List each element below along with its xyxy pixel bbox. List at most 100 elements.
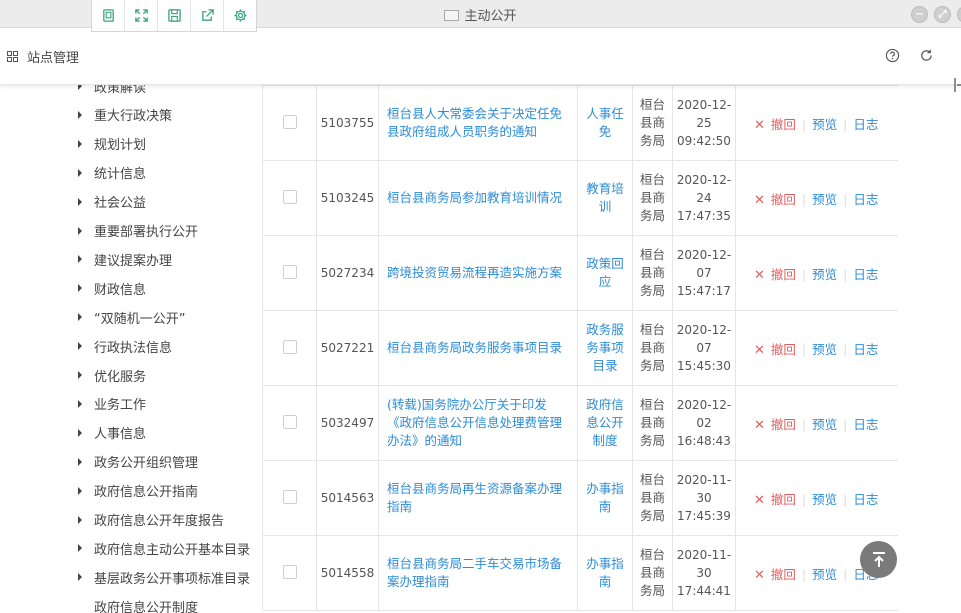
caret-right-icon[interactable] xyxy=(78,110,82,119)
sidebar-tree-item[interactable]: 社会公益 xyxy=(78,192,146,212)
undo-action[interactable]: ✕ 撤回 xyxy=(754,267,796,283)
minimize-button[interactable]: − xyxy=(911,6,928,23)
maximize-button[interactable]: ⤢ xyxy=(934,6,951,23)
log-link[interactable]: 日志 xyxy=(853,117,878,132)
caret-right-icon[interactable] xyxy=(78,85,82,90)
save-button[interactable] xyxy=(158,0,191,31)
sidebar-tree-item[interactable]: 政府信息公开制度 xyxy=(78,596,198,613)
sidebar-tree-item[interactable]: 规划计划 xyxy=(78,134,146,154)
logout-icon[interactable] xyxy=(954,76,961,94)
sidebar-tree-item[interactable]: 政府信息公开指南 xyxy=(78,481,198,501)
caret-right-icon[interactable] xyxy=(78,399,82,408)
undo-link[interactable]: 撤回 xyxy=(771,192,796,207)
log-link[interactable]: 日志 xyxy=(853,267,878,282)
caret-right-icon[interactable] xyxy=(78,573,82,582)
caret-right-icon[interactable] xyxy=(78,544,82,553)
row-category-link[interactable]: 政务服务事项目录 xyxy=(577,310,633,386)
caret-right-icon[interactable] xyxy=(78,139,82,148)
preview-link[interactable]: 预览 xyxy=(812,342,837,357)
row-title-link[interactable]: 桓台县商务局再生资源备案办理指南 xyxy=(378,460,578,536)
preview-link[interactable]: 预览 xyxy=(812,267,837,282)
sidebar-tree-item-label: 人事信息 xyxy=(94,427,147,443)
sidebar-tree-item[interactable]: 重大行政决策 xyxy=(78,105,172,125)
back-to-top-button[interactable] xyxy=(860,541,897,578)
undo-action[interactable]: ✕ 撤回 xyxy=(754,192,796,208)
sidebar-tree-item[interactable]: 政策解读 xyxy=(78,85,146,96)
preview-link[interactable]: 预览 xyxy=(812,492,837,507)
row-checkbox[interactable] xyxy=(282,339,297,354)
sidebar-tree-item[interactable]: 财政信息 xyxy=(78,278,146,298)
row-category-link[interactable]: 政策回应 xyxy=(577,235,633,311)
row-title-link[interactable]: 桓台县商务局参加教育培训情况 xyxy=(378,160,578,236)
sidebar-tree-item[interactable]: 政府信息主动公开基本目录 xyxy=(78,538,250,558)
undo-link[interactable]: 撤回 xyxy=(771,267,796,282)
caret-right-icon[interactable] xyxy=(78,428,82,437)
preview-link[interactable]: 预览 xyxy=(812,567,837,582)
sidebar-tree-item[interactable]: 行政执法信息 xyxy=(78,336,172,356)
log-link[interactable]: 日志 xyxy=(853,342,878,357)
caret-right-icon[interactable] xyxy=(78,313,82,322)
caret-right-icon[interactable] xyxy=(78,168,82,177)
row-title-link[interactable]: 跨境投资贸易流程再造实施方案 xyxy=(378,235,578,311)
preview-link[interactable]: 预览 xyxy=(812,192,837,207)
caret-right-icon[interactable] xyxy=(78,255,82,264)
undo-link[interactable]: 撤回 xyxy=(771,492,796,507)
row-title-link[interactable]: 桓台县商务局政务服务事项目录 xyxy=(378,310,578,386)
sidebar-tree-item[interactable]: 建议提案办理 xyxy=(78,249,172,269)
caret-right-icon[interactable] xyxy=(78,197,82,206)
sidebar-tree-item[interactable]: 政府信息公开年度报告 xyxy=(78,510,224,530)
sidebar-tree-item[interactable]: “双随机一公开” xyxy=(78,307,185,327)
undo-link[interactable]: 撤回 xyxy=(771,117,796,132)
row-checkbox[interactable] xyxy=(282,489,297,504)
refresh-icon[interactable] xyxy=(919,48,934,63)
help-icon[interactable] xyxy=(885,48,900,63)
row-checkbox[interactable] xyxy=(282,264,297,279)
caret-right-icon[interactable] xyxy=(78,486,82,495)
row-checkbox[interactable] xyxy=(282,414,297,429)
undo-action[interactable]: ✕ 撤回 xyxy=(754,117,796,133)
share-button[interactable] xyxy=(191,0,224,31)
preview-link[interactable]: 预览 xyxy=(812,417,837,432)
row-category-link[interactable]: 教育培训 xyxy=(577,160,633,236)
undo-action[interactable]: ✕ 撤回 xyxy=(754,567,796,583)
row-id: 5103245 xyxy=(316,160,379,236)
sidebar-tree-item[interactable]: 重要部署执行公开 xyxy=(78,221,198,241)
row-checkbox[interactable] xyxy=(282,114,297,129)
grid-icon[interactable] xyxy=(7,51,18,62)
row-category-link[interactable]: 办事指南 xyxy=(577,535,633,611)
undo-action[interactable]: ✕ 撤回 xyxy=(754,342,796,358)
caret-right-icon[interactable] xyxy=(78,371,82,379)
row-checkbox[interactable] xyxy=(282,189,297,204)
row-title-link[interactable]: 桓台县人大常委会关于决定任免县政府组成人员职务的通知 xyxy=(378,85,578,161)
sidebar-tree-item[interactable]: 统计信息 xyxy=(78,163,146,183)
sidebar-tree-item[interactable]: 业务工作 xyxy=(78,394,146,414)
log-link[interactable]: 日志 xyxy=(853,492,878,507)
undo-action[interactable]: ✕ 撤回 xyxy=(754,417,796,433)
fullscreen-button[interactable] xyxy=(125,0,158,31)
settings-button[interactable] xyxy=(224,0,256,31)
caret-right-icon[interactable] xyxy=(78,284,82,293)
undo-link[interactable]: 撤回 xyxy=(771,567,796,582)
row-checkbox[interactable] xyxy=(282,564,297,579)
row-category-link[interactable]: 政府信息公开制度 xyxy=(577,385,633,461)
sidebar-tree-item[interactable]: 政务公开组织管理 xyxy=(78,452,198,472)
undo-action[interactable]: ✕ 撤回 xyxy=(754,492,796,508)
preview-link[interactable]: 预览 xyxy=(812,117,837,132)
caret-right-icon[interactable] xyxy=(78,342,82,351)
log-link[interactable]: 日志 xyxy=(853,417,878,432)
row-title-link[interactable]: 桓台县商务局二手车交易市场备案办理指南 xyxy=(378,535,578,611)
sidebar-tree-item[interactable]: 人事信息 xyxy=(78,423,146,443)
caret-right-icon[interactable] xyxy=(78,457,82,466)
row-title-link[interactable]: (转载)国务院办公厅关于印发《政府信息公开信息处理费管理办法》的通知 xyxy=(378,385,578,461)
caret-right-icon[interactable] xyxy=(78,515,82,524)
row-category-link[interactable]: 办事指南 xyxy=(577,460,633,536)
row-category-link[interactable]: 人事任免 xyxy=(577,85,633,161)
caret-right-icon[interactable] xyxy=(78,226,82,235)
sidebar-tree-item[interactable]: 基层政务公开事项标准目录 xyxy=(78,567,250,587)
log-link[interactable]: 日志 xyxy=(853,192,878,207)
caret-right-icon[interactable] xyxy=(78,602,82,610)
undo-link[interactable]: 撤回 xyxy=(771,342,796,357)
undo-link[interactable]: 撤回 xyxy=(771,417,796,432)
copy-button[interactable] xyxy=(92,0,125,31)
sidebar-tree-item[interactable]: 优化服务 xyxy=(78,365,146,385)
